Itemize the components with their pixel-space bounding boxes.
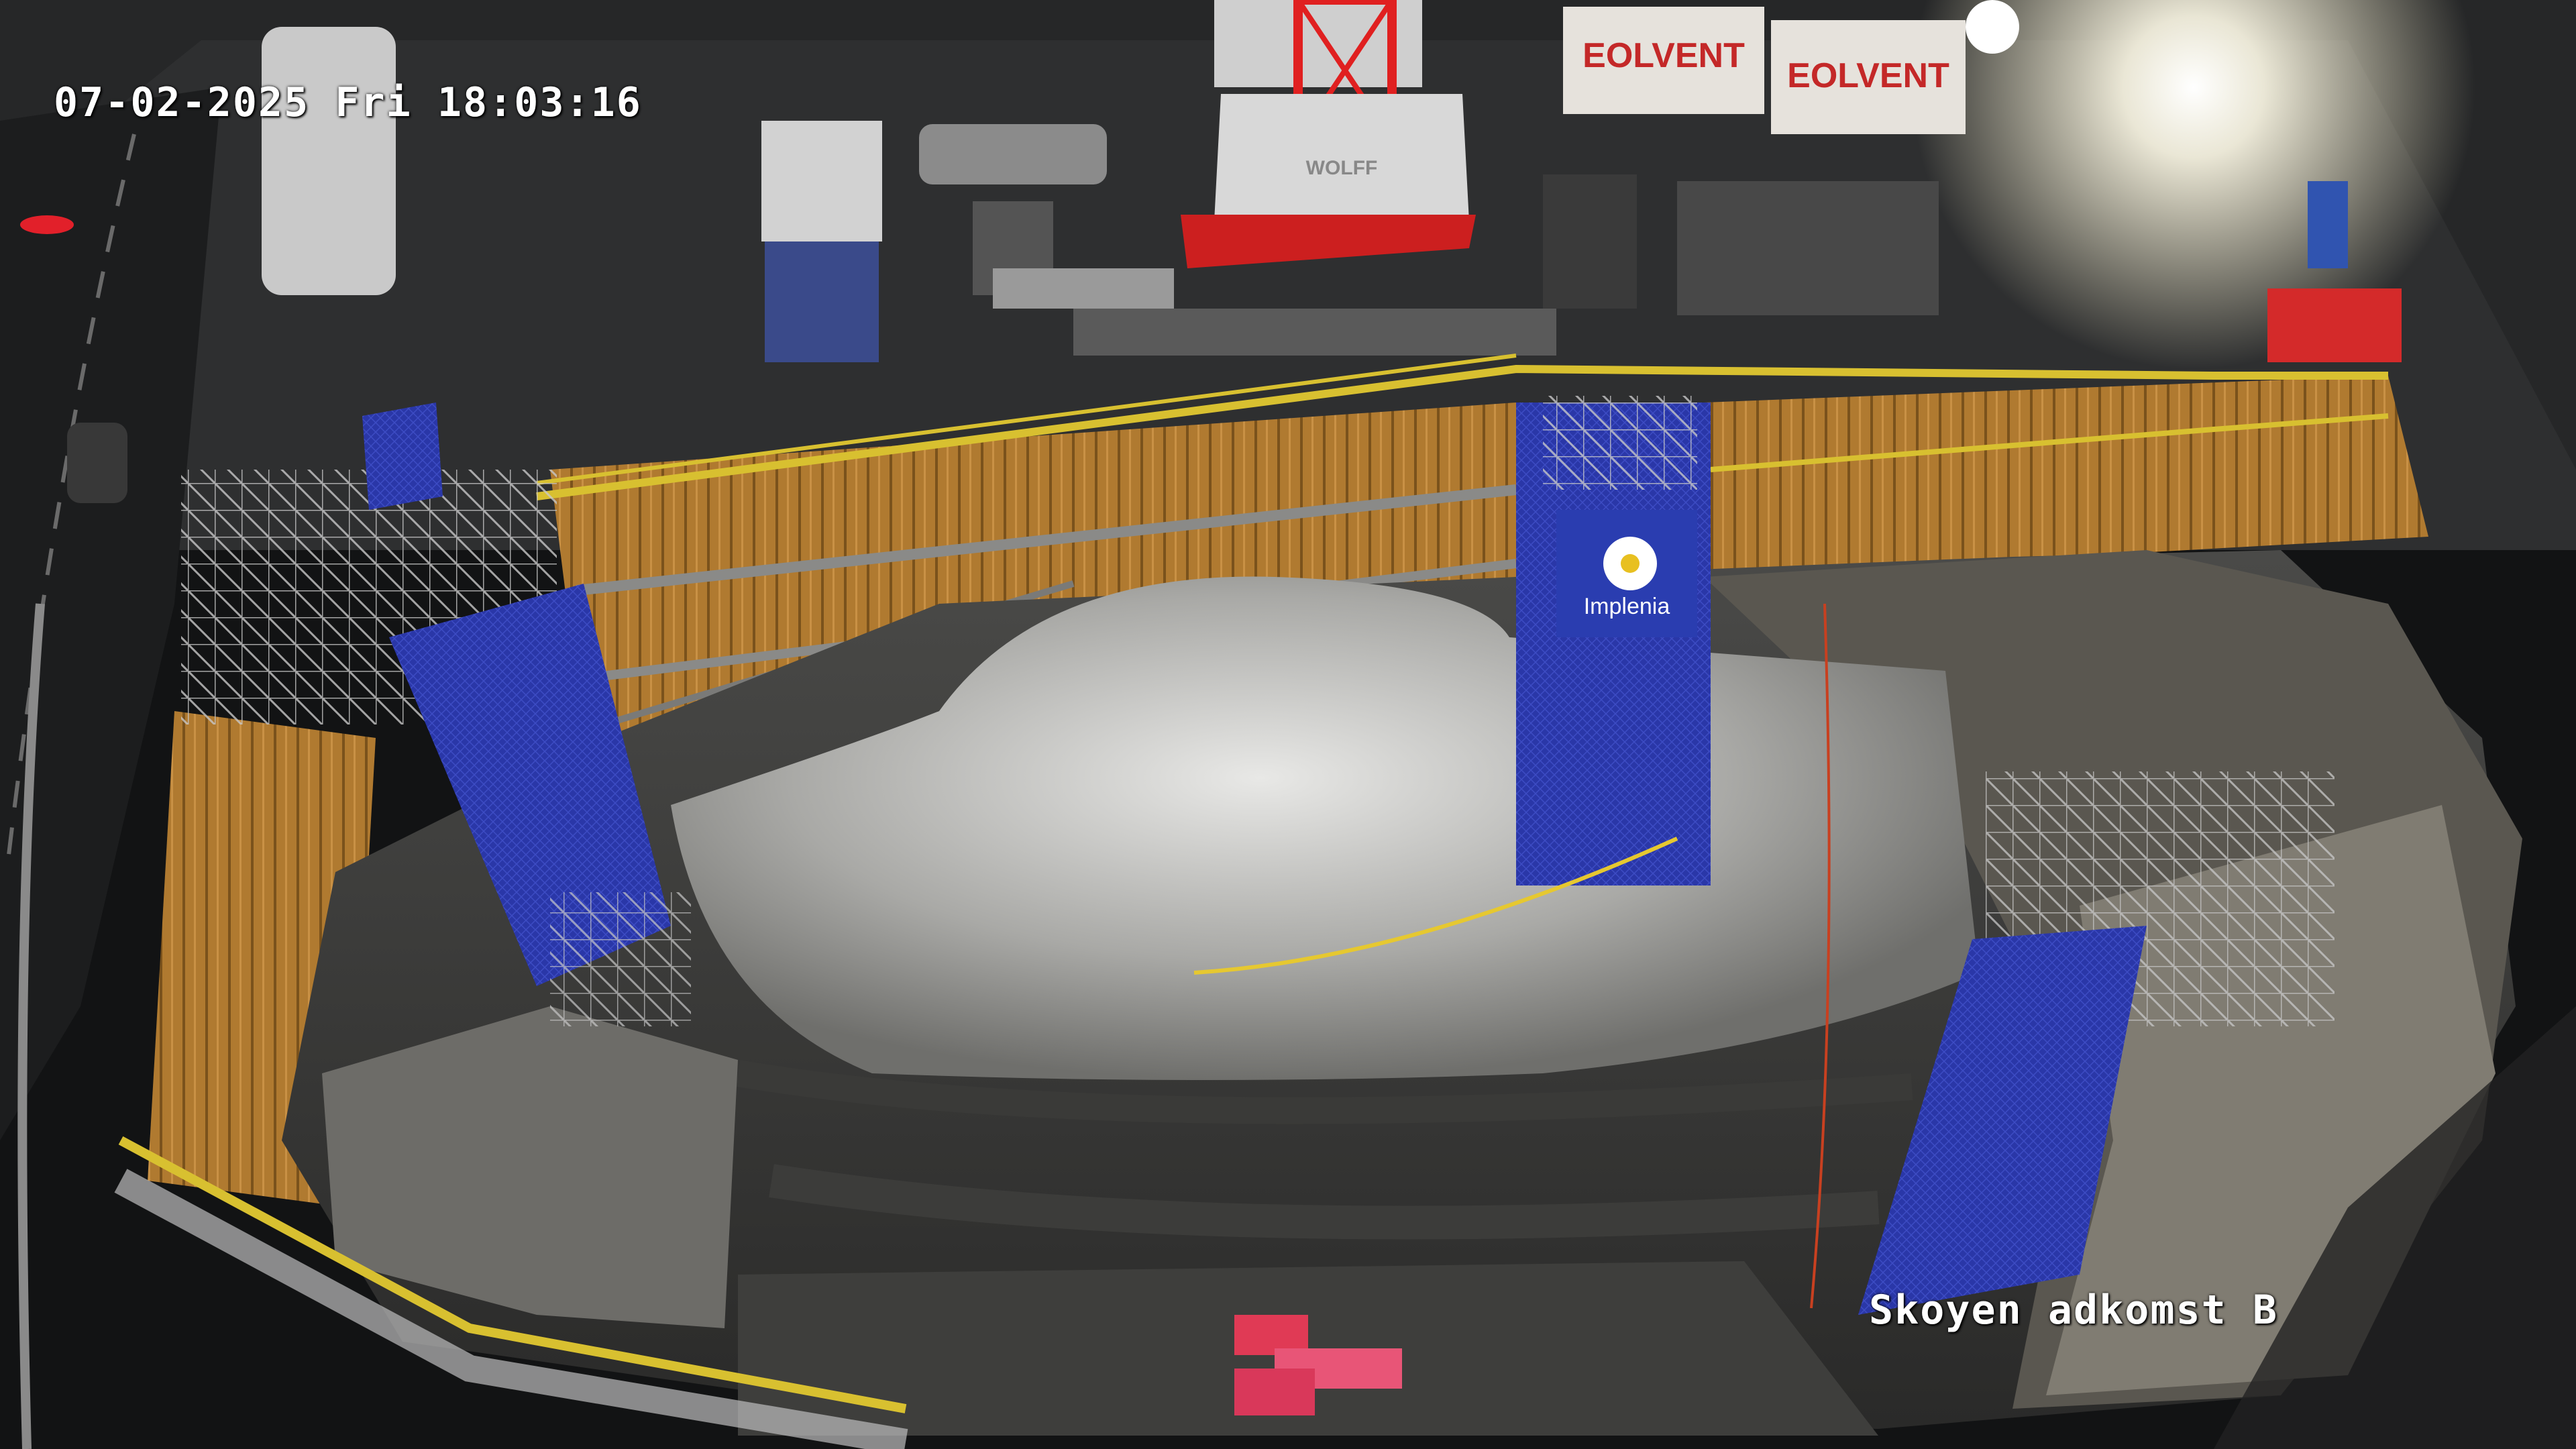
drilling-rig [761,121,882,362]
container: EOLVENT [1771,20,1966,134]
camera-location-label: Skoyen adkomst B [1869,1287,2278,1334]
car-lights [20,215,74,234]
svg-text:Implenia: Implenia [1584,594,1670,619]
timestamp-overlay: 07-02-2025 Fri 18:03:16 [54,79,642,126]
svg-text:EOLVENT: EOLVENT [1582,36,1745,75]
svg-text:EOLVENT: EOLVENT [1787,56,1949,95]
pickup-truck [919,124,1107,184]
implenia-banner: Implenia [1556,510,1697,637]
silo [262,27,396,295]
svg-text:WOLFF: WOLFF [1306,157,1378,179]
scaffold-tower: Implenia [1516,396,1711,885]
camera-frame: EOLVENT EOLVENT WOLFF Implenia [0,0,2576,1449]
container: EOLVENT [1563,7,1764,114]
